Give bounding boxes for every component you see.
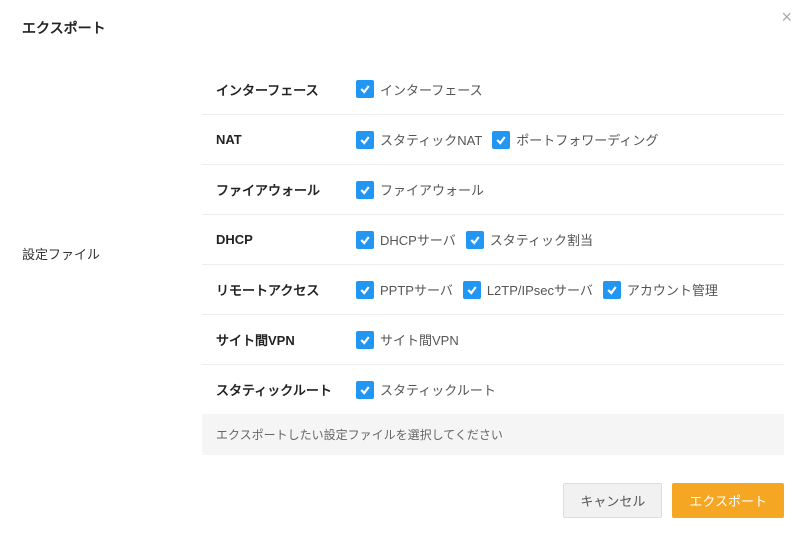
check-icon <box>356 381 374 399</box>
export-dialog: × エクスポート 設定ファイル インターフェース インターフェース NAT <box>0 0 806 538</box>
close-icon[interactable]: × <box>781 8 792 26</box>
row-static-route: スタティックルート スタティックルート <box>202 364 784 414</box>
row-label: リモートアクセス <box>216 280 356 299</box>
checkbox-s2s-vpn[interactable]: サイト間VPN <box>356 330 459 349</box>
checkbox-label: インターフェース <box>380 80 483 99</box>
checkbox-firewall[interactable]: ファイアウォール <box>356 180 484 199</box>
row-nat: NAT スタティックNAT ポートフォワーディング <box>202 114 784 164</box>
section-label: 設定ファイル <box>22 64 202 263</box>
row-label: サイト間VPN <box>216 330 356 349</box>
checkbox-label: ポートフォワーディング <box>516 130 658 149</box>
checkbox-label: L2TP/IPsecサーバ <box>487 280 593 299</box>
check-icon <box>356 331 374 349</box>
dialog-content: 設定ファイル インターフェース インターフェース NAT スタティックNAT <box>22 64 784 455</box>
row-options: サイト間VPN <box>356 330 459 349</box>
check-icon <box>356 181 374 199</box>
check-icon <box>356 281 374 299</box>
checkbox-port-forwarding[interactable]: ポートフォワーディング <box>492 130 658 149</box>
check-icon <box>603 281 621 299</box>
check-icon <box>356 80 374 98</box>
checkbox-label: スタティックNAT <box>380 130 482 149</box>
checkbox-l2tp-ipsec[interactable]: L2TP/IPsecサーバ <box>463 280 593 299</box>
dialog-title: エクスポート <box>22 18 784 38</box>
row-options: インターフェース <box>356 80 483 99</box>
checkbox-pptp[interactable]: PPTPサーバ <box>356 280 453 299</box>
checkbox-label: アカウント管理 <box>627 280 718 299</box>
dialog-footer: キャンセル エクスポート <box>22 483 784 518</box>
checkbox-interface[interactable]: インターフェース <box>356 80 483 99</box>
checkbox-label: PPTPサーバ <box>380 280 453 299</box>
settings-table: インターフェース インターフェース NAT スタティックNAT <box>202 64 784 455</box>
row-label: DHCP <box>216 232 356 247</box>
checkbox-static-nat[interactable]: スタティックNAT <box>356 130 482 149</box>
row-options: DHCPサーバ スタティック割当 <box>356 230 593 249</box>
checkbox-dhcp-server[interactable]: DHCPサーバ <box>356 230 456 249</box>
row-interface: インターフェース インターフェース <box>202 64 784 114</box>
row-options: スタティックNAT ポートフォワーディング <box>356 130 658 149</box>
cancel-button[interactable]: キャンセル <box>563 483 662 518</box>
checkbox-static-route[interactable]: スタティックルート <box>356 380 496 399</box>
check-icon <box>492 131 510 149</box>
check-icon <box>463 281 481 299</box>
checkbox-label: スタティックルート <box>380 380 496 399</box>
checkbox-label: DHCPサーバ <box>380 230 456 249</box>
checkbox-label: ファイアウォール <box>380 180 484 199</box>
row-dhcp: DHCP DHCPサーバ スタティック割当 <box>202 214 784 264</box>
row-label: スタティックルート <box>216 380 356 399</box>
row-label: インターフェース <box>216 80 356 99</box>
check-icon <box>356 231 374 249</box>
row-firewall: ファイアウォール ファイアウォール <box>202 164 784 214</box>
hint-text: エクスポートしたい設定ファイルを選択してください <box>202 414 784 455</box>
row-site-to-site-vpn: サイト間VPN サイト間VPN <box>202 314 784 364</box>
row-options: PPTPサーバ L2TP/IPsecサーバ アカウント管理 <box>356 280 718 299</box>
checkbox-account-mgmt[interactable]: アカウント管理 <box>603 280 718 299</box>
row-options: ファイアウォール <box>356 180 484 199</box>
row-label: NAT <box>216 132 356 147</box>
row-remote-access: リモートアクセス PPTPサーバ L2TP/IPsecサーバ アカウント管理 <box>202 264 784 314</box>
check-icon <box>466 231 484 249</box>
row-label: ファイアウォール <box>216 180 356 199</box>
checkbox-label: サイト間VPN <box>380 330 459 349</box>
check-icon <box>356 131 374 149</box>
row-options: スタティックルート <box>356 380 496 399</box>
export-button[interactable]: エクスポート <box>672 483 784 518</box>
checkbox-label: スタティック割当 <box>490 230 593 249</box>
checkbox-static-assign[interactable]: スタティック割当 <box>466 230 593 249</box>
